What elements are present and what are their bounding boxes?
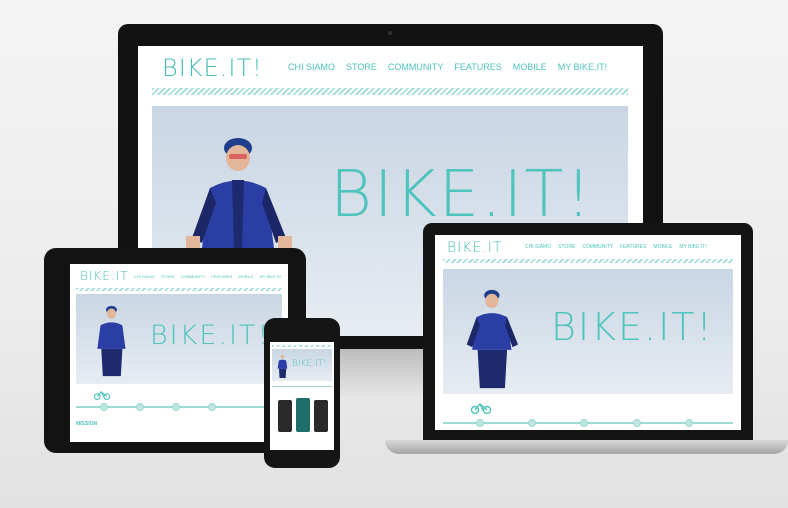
phone-cyclist-image: [277, 354, 288, 378]
laptop: BIKE.IT CHI SIAMO STORE COMMUNITY FEATUR…: [423, 223, 753, 440]
laptop-cyclist-image: [466, 289, 518, 389]
phone-header-divider: [272, 345, 332, 347]
tablet-header-divider: [76, 288, 282, 291]
tablet-nav-my-bikeit[interactable]: MY BIKE.IT!: [259, 274, 281, 279]
bike-icon: [471, 403, 491, 414]
phone: BIKE.IT!: [264, 318, 340, 468]
timeline-dot[interactable]: [100, 403, 108, 411]
laptop-base: [385, 440, 788, 454]
nav-item-my-bikeit[interactable]: MY BIKE.IT!: [558, 62, 607, 72]
app-screen: [296, 398, 310, 432]
tablet-nav: CHI SIAMO STORE COMMUNITY FEATURES MOBIL…: [134, 274, 281, 279]
tablet-cyclist-image: [97, 305, 126, 377]
header-divider: [152, 88, 628, 95]
tablet-nav-community[interactable]: COMMUNITY: [181, 274, 206, 279]
nav-item-community[interactable]: COMMUNITY: [388, 62, 444, 72]
laptop-hero-banner: BIKE.IT!: [443, 269, 733, 394]
laptop-nav-chi-siamo[interactable]: CHI SIAMO: [525, 244, 551, 250]
laptop-nav-store[interactable]: STORE: [558, 244, 575, 250]
tablet-site-logo[interactable]: BIKE.IT: [80, 269, 129, 283]
laptop-nav-mobile[interactable]: MOBILE: [653, 244, 672, 250]
mission-label: MISSION: [76, 421, 98, 427]
tablet-screen: BIKE.IT CHI SIAMO STORE COMMUNITY FEATUR…: [70, 264, 288, 442]
tablet-nav-store[interactable]: STORE: [161, 274, 175, 279]
nav-item-mobile[interactable]: MOBILE: [513, 62, 547, 72]
tablet-nav-chi-siamo[interactable]: CHI SIAMO: [134, 274, 155, 279]
laptop-header-divider: [443, 259, 733, 263]
phone-hero-banner: BIKE.IT!: [272, 349, 332, 381]
site-logo[interactable]: BIKE.IT!: [162, 54, 263, 82]
timeline-dot[interactable]: [172, 403, 180, 411]
phone-timeline: [272, 386, 332, 387]
nav-item-store[interactable]: STORE: [346, 62, 377, 72]
laptop-site-logo[interactable]: BIKE.IT: [447, 240, 502, 256]
phone-screen: BIKE.IT!: [270, 342, 334, 450]
app-screen: [314, 400, 328, 432]
tablet-bike-icon: [94, 391, 110, 400]
main-nav: CHI SIAMO STORE COMMUNITY FEATURES MOBIL…: [288, 62, 607, 72]
tablet-nav-mobile[interactable]: MOBILE: [238, 274, 253, 279]
laptop-nav: CHI SIAMO STORE COMMUNITY FEATURES MOBIL…: [525, 244, 707, 250]
timeline-dot[interactable]: [633, 419, 641, 427]
laptop-hero-logo: BIKE.IT!: [551, 305, 714, 349]
timeline-dot[interactable]: [136, 403, 144, 411]
laptop-nav-my-bikeit[interactable]: MY BIKE.IT!: [679, 244, 706, 250]
tablet-hero-banner: BIKE.IT!: [76, 294, 282, 384]
nav-item-features[interactable]: FEATURES: [454, 62, 501, 72]
app-screen: [278, 400, 292, 432]
timeline-dot[interactable]: [528, 419, 536, 427]
tablet-hero-logo: BIKE.IT!: [150, 320, 271, 351]
laptop-nav-community[interactable]: COMMUNITY: [582, 244, 613, 250]
hero-logo: BIKE.IT!: [330, 158, 594, 232]
timeline-dot[interactable]: [208, 403, 216, 411]
nav-item-chi-siamo[interactable]: CHI SIAMO: [288, 62, 335, 72]
laptop-nav-features[interactable]: FEATURES: [620, 244, 646, 250]
timeline-dot[interactable]: [476, 419, 484, 427]
laptop-screen: BIKE.IT CHI SIAMO STORE COMMUNITY FEATUR…: [435, 235, 741, 430]
tablet-nav-features[interactable]: FEATURES: [211, 274, 232, 279]
phone-hero-logo: BIKE.IT!: [292, 359, 327, 369]
timeline-dot[interactable]: [580, 419, 588, 427]
phone-app-screens: [278, 398, 328, 436]
timeline-dot[interactable]: [685, 419, 693, 427]
camera-icon: [388, 31, 392, 35]
